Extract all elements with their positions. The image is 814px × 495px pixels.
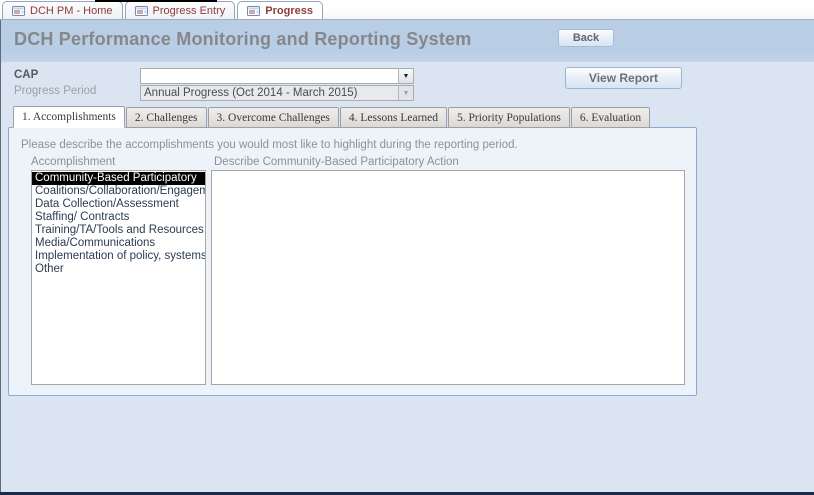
list-item[interactable]: Community-Based Participatory: [32, 172, 205, 185]
list-item[interactable]: Data Collection/Assessment: [32, 198, 205, 211]
top-edge-line: [95, 0, 217, 2]
list-item[interactable]: Implementation of policy, systems: [32, 250, 205, 263]
progress-period-value: Annual Progress (Oct 2014 - March 2015): [141, 86, 398, 100]
form-icon: [135, 6, 148, 16]
cap-label: CAP: [14, 69, 38, 81]
form-tabstrip: 1. Accomplishments2. Challenges3. Overco…: [13, 106, 651, 128]
describe-textarea[interactable]: [211, 170, 685, 385]
tab-5-priority-populations[interactable]: 5. Priority Populations: [448, 107, 570, 128]
list-item[interactable]: Other: [32, 263, 205, 276]
list-item[interactable]: Coalitions/Collaboration/Engagement: [32, 185, 205, 198]
tab-4-lessons-learned[interactable]: 4. Lessons Learned: [340, 107, 447, 128]
list-item[interactable]: Training/TA/Tools and Resources: [32, 224, 205, 237]
doc-tab-progress-entry[interactable]: Progress Entry: [125, 1, 236, 19]
list-item[interactable]: Media/Communications: [32, 237, 205, 250]
doc-tab-label: DCH PM - Home: [30, 5, 113, 17]
progress-period-label: Progress Period: [14, 85, 96, 97]
doc-tab-dch-pm-home[interactable]: DCH PM - Home: [2, 1, 123, 19]
page-title: DCH Performance Monitoring and Reporting…: [14, 29, 471, 50]
form-icon: [12, 6, 25, 16]
window-left-edge: [0, 20, 1, 495]
tab-1-accomplishments[interactable]: 1. Accomplishments: [13, 106, 125, 128]
document-tabbar: DCH PM - Home Progress Entry Progress: [0, 0, 814, 20]
header: DCH Performance Monitoring and Reporting…: [0, 20, 814, 62]
accomplishments-tab-page: Please describe the accomplishments you …: [8, 127, 697, 396]
cap-combobox[interactable]: ▼: [140, 68, 414, 84]
form-icon: [247, 6, 260, 16]
tab-3-overcome-challenges[interactable]: 3. Overcome Challenges: [208, 107, 339, 128]
list-item[interactable]: Staffing/ Contracts: [32, 211, 205, 224]
instruction-text: Please describe the accomplishments you …: [21, 139, 518, 151]
cap-combobox-value: [141, 69, 398, 83]
dropdown-arrow-icon-disabled: ▼: [398, 86, 413, 100]
doc-tab-progress[interactable]: Progress: [237, 1, 323, 19]
progress-period-combobox: Annual Progress (Oct 2014 - March 2015) …: [140, 85, 414, 101]
describe-field-label: Describe Community-Based Participatory A…: [214, 156, 459, 168]
back-button[interactable]: Back: [558, 29, 614, 47]
tab-2-challenges[interactable]: 2. Challenges: [126, 107, 207, 128]
tab-6-evaluation[interactable]: 6. Evaluation: [571, 107, 650, 128]
accomplishment-listbox[interactable]: Community-Based ParticipatoryCoalitions/…: [31, 170, 206, 385]
access-window: DCH PM - Home Progress Entry Progress DCH …: [0, 0, 814, 495]
doc-tab-label: Progress: [265, 5, 313, 17]
accomplishment-list-label: Accomplishment: [31, 156, 115, 168]
view-report-button[interactable]: View Report: [565, 67, 682, 89]
doc-tab-label: Progress Entry: [153, 5, 226, 17]
dropdown-arrow-icon[interactable]: ▼: [398, 69, 413, 83]
